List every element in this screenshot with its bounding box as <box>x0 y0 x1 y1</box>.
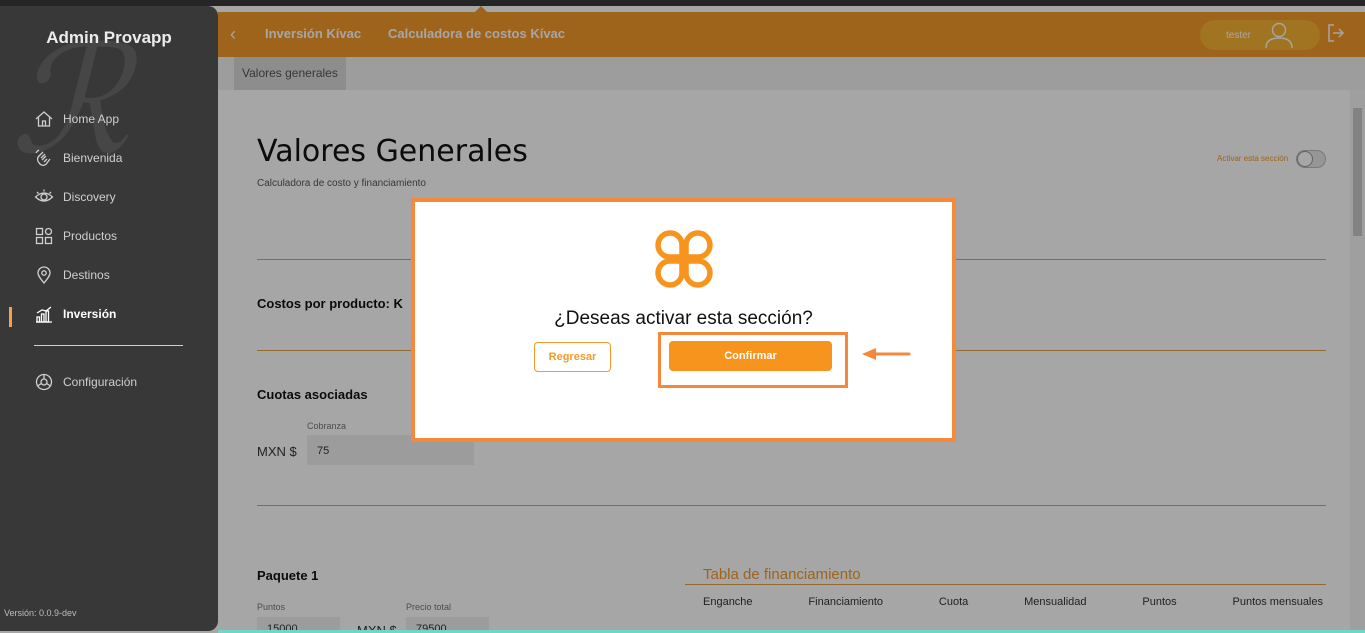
wave-hand-icon <box>35 149 51 167</box>
sidebar-item-label: Discovery <box>63 190 116 204</box>
eye-icon <box>34 189 54 202</box>
dialog-question: ¿Deseas activar esta sección? <box>554 308 813 329</box>
sidebar-item-label: Configuración <box>63 375 138 389</box>
sidebar-item-discovery[interactable]: Discovery <box>34 186 116 208</box>
pointer-arrow-icon <box>862 348 911 360</box>
confirmar-button[interactable]: Confirmar <box>669 341 832 371</box>
sidebar: ℛ Admin Provapp Home App Bienvenida Disc… <box>0 6 218 631</box>
location-pin-icon <box>37 266 51 285</box>
bar-chart-icon <box>36 306 52 323</box>
sidebar-item-label: Productos <box>63 229 118 243</box>
sidebar-item-label: Destinos <box>63 268 110 282</box>
sidebar-item-productos[interactable]: Productos <box>34 225 117 247</box>
regresar-button[interactable]: Regresar <box>534 342 611 372</box>
sidebar-item-bienvenida[interactable]: Bienvenida <box>34 147 122 169</box>
sidebar-item-label: Home App <box>63 112 120 126</box>
app-version: Versión: 0.0.9-dev <box>4 608 77 618</box>
sidebar-item-label: Bienvenida <box>63 151 123 165</box>
brand-title: Admin Provapp <box>46 28 172 47</box>
gear-icon <box>35 373 53 391</box>
sidebar-item-label: Inversión <box>63 307 117 321</box>
confirm-activation-dialog: ¿Deseas activar esta sección? Regresar C… <box>411 198 956 442</box>
home-icon <box>35 111 53 127</box>
sidebar-item-destinos[interactable]: Destinos <box>34 264 110 286</box>
sidebar-item-home-app[interactable]: Home App <box>34 108 119 130</box>
sidebar-item-configuracion[interactable]: Configuración <box>34 371 137 393</box>
sidebar-item-inversion[interactable]: Inversión <box>34 303 116 325</box>
sidebar-divider <box>34 345 183 346</box>
grid-icon <box>35 227 53 245</box>
active-indicator <box>9 307 12 327</box>
clover-logo-icon <box>655 230 713 288</box>
